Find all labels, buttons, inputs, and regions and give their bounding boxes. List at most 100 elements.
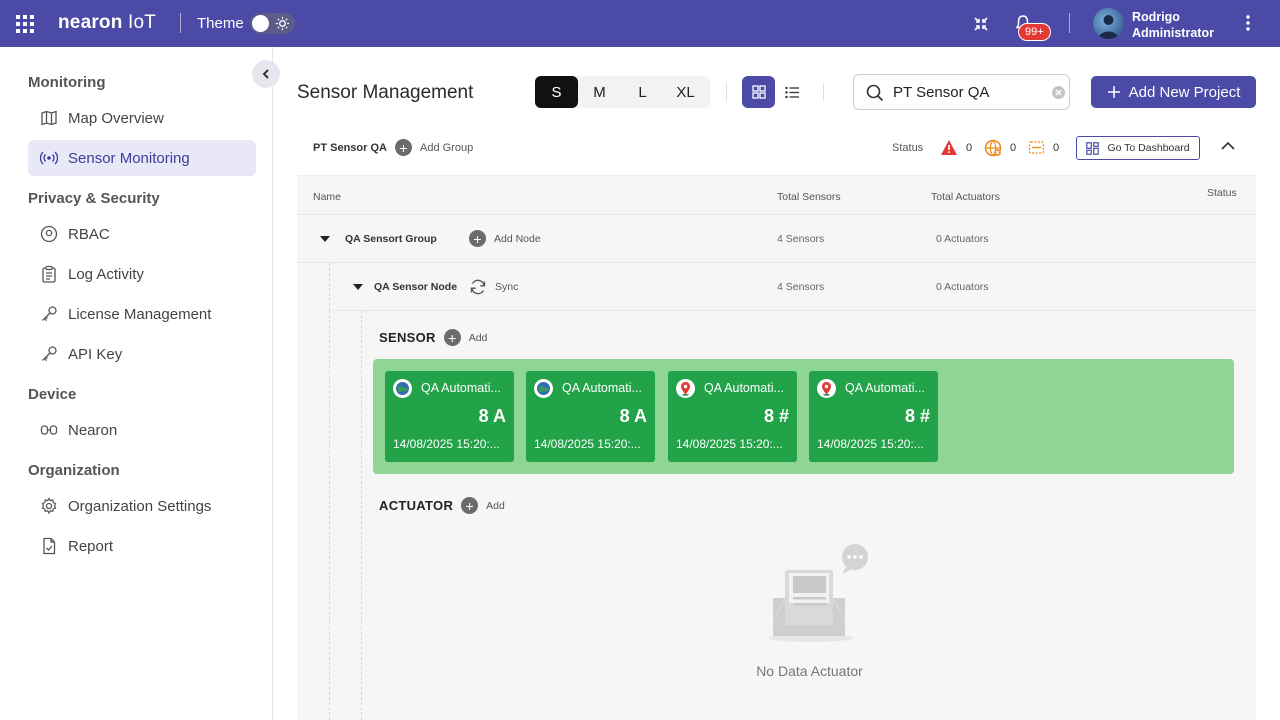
sidebar-item-label: Nearon: [68, 421, 118, 439]
more-vertical-icon[interactable]: [1239, 14, 1257, 32]
search-box: [853, 74, 1070, 110]
sidebar-item-label: Report: [68, 537, 114, 555]
add-node-button[interactable]: + Add Node: [469, 230, 541, 247]
key-icon: [42, 346, 57, 361]
map-icon: [41, 110, 57, 126]
sensor-value: 8 #: [763, 406, 789, 426]
apps-grid-icon[interactable]: [16, 15, 34, 33]
size-button-m[interactable]: M: [578, 76, 621, 108]
tree-line: [329, 310, 330, 720]
add-group-button[interactable]: + Add Group: [395, 139, 473, 156]
notification-badge: 99+: [1018, 23, 1051, 41]
clear-search-icon[interactable]: [1052, 86, 1065, 99]
sidebar-item-report[interactable]: Report: [28, 528, 256, 564]
globe-image: [537, 382, 550, 395]
sensor-timestamp: 14/08/2025 15:20:...: [817, 437, 924, 451]
divider: [180, 13, 181, 33]
sensor-card[interactable]: QA Automati... 8 A 14/08/2025 15:20:...: [385, 371, 514, 462]
sidebar-item-map-overview[interactable]: Map Overview: [28, 100, 256, 136]
add-sensor-icon[interactable]: +: [443, 329, 461, 346]
section-title-organization: Organization: [28, 462, 120, 479]
sync-button[interactable]: Sync: [469, 278, 518, 296]
grid-icon: [751, 85, 766, 99]
device-icon: [40, 425, 58, 435]
project-name: PT Sensor QA: [313, 142, 387, 154]
plus-circle-icon: +: [395, 139, 412, 156]
add-group-label: Add Group: [420, 141, 474, 154]
map-pin-icon: [676, 379, 695, 398]
grid-view-button[interactable]: [742, 76, 775, 108]
add-new-project-button[interactable]: Add New Project: [1091, 76, 1256, 108]
column-header-total-actuators: Total Actuators: [931, 191, 1000, 203]
user-name: Rodrigo: [1132, 10, 1180, 24]
toggle-knob: [252, 15, 269, 32]
top-bar: nearon IoT Theme 99+ Rodrigo Administrat…: [0, 0, 1280, 47]
node-row[interactable]: QA Sensor Node Sync 4 Sensors 0 Actuator…: [297, 262, 1256, 311]
caret-down-icon[interactable]: [320, 236, 330, 242]
status-alert: 0: [940, 139, 972, 156]
brand-suffix: IoT: [128, 12, 157, 33]
globe-image: [396, 382, 409, 395]
user-info[interactable]: Rodrigo Administrator: [1132, 9, 1214, 41]
sensor-card[interactable]: QA Automati... 8 # 14/08/2025 15:20:...: [809, 371, 938, 462]
sidebar-item-organization-settings[interactable]: Organization Settings: [28, 488, 256, 524]
empty-inbox-icon: [769, 544, 868, 642]
sensor-name: QA Automati...: [704, 381, 784, 395]
sidebar-item-sensor-monitoring[interactable]: Sensor Monitoring: [28, 140, 256, 176]
theme-label: Theme: [197, 15, 244, 32]
add-sensor-label[interactable]: Add: [469, 332, 488, 344]
project-panel: PT Sensor QA + Add Group Status 0 0 0 Go…: [297, 120, 1256, 720]
sidebar-item-log-activity[interactable]: Log Activity: [28, 256, 256, 292]
dashboard-icon: [1086, 141, 1100, 155]
size-button-xl[interactable]: XL: [664, 76, 707, 108]
size-button-l[interactable]: L: [621, 76, 664, 108]
divider: [330, 310, 1256, 311]
tree-line: [329, 263, 330, 311]
sensor-timestamp: 14/08/2025 15:20:...: [676, 437, 783, 451]
sidebar-item-rbac[interactable]: RBAC: [28, 216, 256, 252]
size-selector: S M L XL: [535, 76, 710, 108]
plus-circle-icon: +: [469, 230, 486, 247]
sensor-card[interactable]: QA Automati... 8 # 14/08/2025 15:20:...: [668, 371, 797, 462]
sidebar-item-nearon[interactable]: Nearon: [28, 412, 256, 448]
map-pin-icon: [817, 379, 836, 398]
group-name: QA Sensort Group: [345, 233, 437, 245]
caret-down-icon[interactable]: [353, 284, 363, 290]
page-title: Sensor Management: [297, 82, 474, 103]
sensor-section-label: SENSOR: [379, 330, 436, 345]
sidebar-item-label: API Key: [68, 345, 123, 363]
offline-count: 0: [1010, 142, 1017, 154]
sync-label: Sync: [495, 281, 519, 293]
section-title-device: Device: [28, 386, 77, 403]
group-row[interactable]: QA Sensort Group + Add Node 4 Sensors 0 …: [297, 214, 1256, 262]
go-to-dashboard-label: Go To Dashboard: [1107, 142, 1190, 154]
close-icon: [1055, 89, 1062, 96]
chevron-up-icon[interactable]: [1220, 138, 1236, 154]
empty-actuator-message: No Data Actuator: [756, 663, 863, 679]
add-actuator-icon[interactable]: +: [461, 497, 479, 514]
theme-toggle[interactable]: [250, 13, 295, 34]
go-to-dashboard-button[interactable]: Go To Dashboard: [1076, 136, 1200, 160]
brand-logo[interactable]: nearon IoT: [58, 12, 156, 34]
status-offline: 0: [984, 139, 1016, 157]
avatar[interactable]: [1093, 8, 1124, 39]
group-total-sensors: 4 Sensors: [777, 233, 825, 245]
search-input[interactable]: [893, 82, 1043, 102]
size-button-s[interactable]: S: [535, 76, 578, 108]
user-circle-icon: [40, 225, 58, 243]
gear-icon: [41, 497, 57, 515]
sidebar-item-license-management[interactable]: License Management: [28, 296, 256, 332]
add-actuator-label[interactable]: Add: [486, 500, 505, 512]
node-total-actuators: 0 Actuators: [936, 281, 989, 293]
sensor-section-header: SENSOR + Add: [379, 329, 487, 346]
sensor-card[interactable]: QA Automati... 8 A 14/08/2025 15:20:...: [526, 371, 655, 462]
sidebar-collapse-button[interactable]: [252, 60, 280, 88]
sidebar-item-api-key[interactable]: API Key: [28, 336, 256, 372]
collapse-arrows-icon[interactable]: [973, 16, 989, 32]
globe-offline-icon: [984, 139, 1002, 157]
section-title-privacy-security: Privacy & Security: [28, 190, 160, 207]
sidebar-item-label: Log Activity: [68, 265, 144, 283]
list-view-button[interactable]: [776, 76, 809, 108]
globe-icon: [393, 379, 412, 398]
sidebar-item-label: Organization Settings: [68, 497, 212, 515]
